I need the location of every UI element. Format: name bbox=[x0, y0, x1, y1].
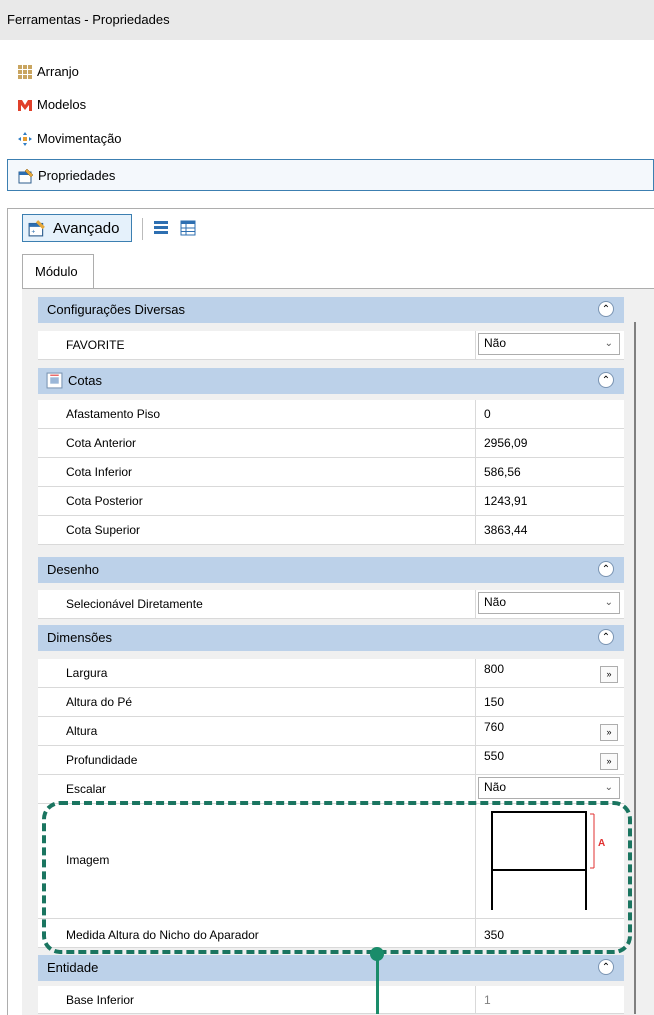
property-value[interactable]: 2956,09 bbox=[484, 436, 527, 450]
nav-item-movimentacao[interactable]: Movimentação bbox=[7, 124, 654, 154]
advanced-properties-icon: + bbox=[28, 220, 45, 237]
expand-button[interactable]: » bbox=[600, 666, 618, 683]
property-row-cota-posterior: Cota Posterior 1243,91 bbox=[38, 487, 624, 516]
nav-item-label: Modelos bbox=[37, 97, 87, 112]
property-name: Cota Anterior bbox=[66, 436, 137, 450]
property-value: 1 bbox=[484, 993, 491, 1007]
table-view-icon[interactable] bbox=[180, 220, 196, 236]
select-value: Não bbox=[484, 595, 507, 609]
property-name: Altura bbox=[66, 724, 98, 738]
property-name: Selecionável Diretamente bbox=[66, 597, 203, 611]
properties-icon bbox=[18, 168, 34, 184]
property-row-escalar: Escalar Não ⌄ bbox=[38, 775, 624, 804]
advanced-label: Avançado bbox=[53, 220, 120, 237]
highlight-box bbox=[42, 801, 632, 954]
property-row-cota-superior: Cota Superior 3863,44 bbox=[38, 516, 624, 545]
category-cotas[interactable]: Cotas ⌃ bbox=[38, 368, 624, 394]
category-title: Dimensões bbox=[47, 630, 113, 645]
annotation-dot bbox=[370, 947, 384, 961]
selecionavel-select[interactable]: Não ⌄ bbox=[478, 592, 620, 614]
property-value[interactable]: 760 bbox=[484, 720, 504, 734]
category-title: Entidade bbox=[47, 960, 99, 975]
categorized-view-icon[interactable] bbox=[153, 220, 169, 236]
property-value[interactable]: 0 bbox=[484, 407, 491, 421]
property-name: Base Inferior bbox=[66, 993, 135, 1007]
nav-item-arranjo[interactable]: Arranjo bbox=[7, 57, 654, 87]
collapse-chevron-icon[interactable]: ⌃ bbox=[598, 629, 614, 645]
grid-icon bbox=[18, 65, 32, 79]
select-value: Não bbox=[484, 336, 507, 350]
category-title: Cotas bbox=[68, 373, 102, 388]
property-row-afastamento-piso: Afastamento Piso 0 bbox=[38, 400, 624, 429]
property-value[interactable]: 1243,91 bbox=[484, 494, 527, 508]
expand-button[interactable]: » bbox=[600, 753, 618, 770]
property-name: Profundidade bbox=[66, 753, 138, 767]
property-value[interactable]: 150 bbox=[484, 695, 504, 709]
expand-button[interactable]: » bbox=[600, 724, 618, 741]
property-name: Cota Posterior bbox=[66, 494, 143, 508]
category-configuracoes-diversas[interactable]: Configurações Diversas ⌃ bbox=[38, 297, 624, 323]
chevron-down-icon: ⌄ bbox=[604, 782, 613, 793]
property-row-altura-pe: Altura do Pé 150 bbox=[38, 688, 624, 717]
select-value: Não bbox=[484, 780, 507, 794]
escalar-select[interactable]: Não ⌄ bbox=[478, 777, 620, 799]
nav-item-label: Arranjo bbox=[37, 64, 79, 79]
toolbar-separator bbox=[142, 218, 143, 240]
collapse-chevron-icon[interactable]: ⌃ bbox=[598, 372, 614, 388]
property-name: Cota Superior bbox=[66, 523, 141, 537]
property-name: Altura do Pé bbox=[66, 695, 133, 709]
category-title: Desenho bbox=[47, 562, 100, 577]
property-row-base-inferior: Base Inferior 1 bbox=[38, 986, 624, 1014]
chevron-down-icon: ⌄ bbox=[604, 338, 613, 349]
property-name: Escalar bbox=[66, 782, 107, 796]
category-entidade[interactable]: Entidade ⌃ bbox=[38, 955, 624, 981]
favorite-select[interactable]: Não ⌄ bbox=[478, 333, 620, 355]
property-value[interactable]: 800 bbox=[484, 662, 504, 676]
models-logo-icon bbox=[18, 100, 32, 111]
dimensions-icon bbox=[46, 372, 63, 389]
property-row-favorite: FAVORITE Não ⌄ bbox=[38, 331, 624, 360]
category-dimensoes[interactable]: Dimensões ⌃ bbox=[38, 625, 624, 651]
category-desenho[interactable]: Desenho ⌃ bbox=[38, 557, 624, 583]
nav-item-modelos[interactable]: Modelos bbox=[7, 90, 654, 120]
property-row-cota-inferior: Cota Inferior 586,56 bbox=[38, 458, 624, 487]
property-value[interactable]: 550 bbox=[484, 749, 504, 763]
property-name: Largura bbox=[66, 666, 108, 680]
vertical-scrollbar[interactable] bbox=[634, 322, 636, 1014]
chevron-down-icon: ⌄ bbox=[604, 597, 613, 608]
collapse-chevron-icon[interactable]: ⌃ bbox=[598, 301, 614, 317]
move-arrows-icon bbox=[18, 132, 32, 146]
window-title: Ferramentas - Propriedades bbox=[7, 12, 170, 27]
svg-text:+: + bbox=[31, 229, 35, 236]
property-value[interactable]: 3863,44 bbox=[484, 523, 527, 537]
property-row-altura: Altura 760 » bbox=[38, 717, 624, 746]
property-name: FAVORITE bbox=[66, 338, 125, 352]
property-row-selecionavel: Selecionável Diretamente Não ⌄ bbox=[38, 590, 624, 619]
property-name: Cota Inferior bbox=[66, 465, 133, 479]
advanced-button[interactable]: + Avançado bbox=[22, 214, 132, 242]
tab-modulo[interactable]: Módulo bbox=[22, 254, 94, 288]
title-bar: Ferramentas - Propriedades bbox=[0, 0, 654, 40]
nav-item-propriedades[interactable]: Propriedades bbox=[7, 159, 654, 191]
property-row-cota-anterior: Cota Anterior 2956,09 bbox=[38, 429, 624, 458]
nav-item-label: Movimentação bbox=[37, 131, 122, 146]
tab-label: Módulo bbox=[35, 264, 78, 279]
collapse-chevron-icon[interactable]: ⌃ bbox=[598, 959, 614, 975]
category-title: Configurações Diversas bbox=[47, 302, 186, 317]
nav-item-label: Propriedades bbox=[38, 168, 116, 183]
annotation-connector bbox=[376, 954, 379, 1014]
property-name: Afastamento Piso bbox=[66, 407, 161, 421]
collapse-chevron-icon[interactable]: ⌃ bbox=[598, 561, 614, 577]
property-value[interactable]: 586,56 bbox=[484, 465, 521, 479]
property-row-largura: Largura 800 » bbox=[38, 659, 624, 688]
property-row-profundidade: Profundidade 550 » bbox=[38, 746, 624, 775]
